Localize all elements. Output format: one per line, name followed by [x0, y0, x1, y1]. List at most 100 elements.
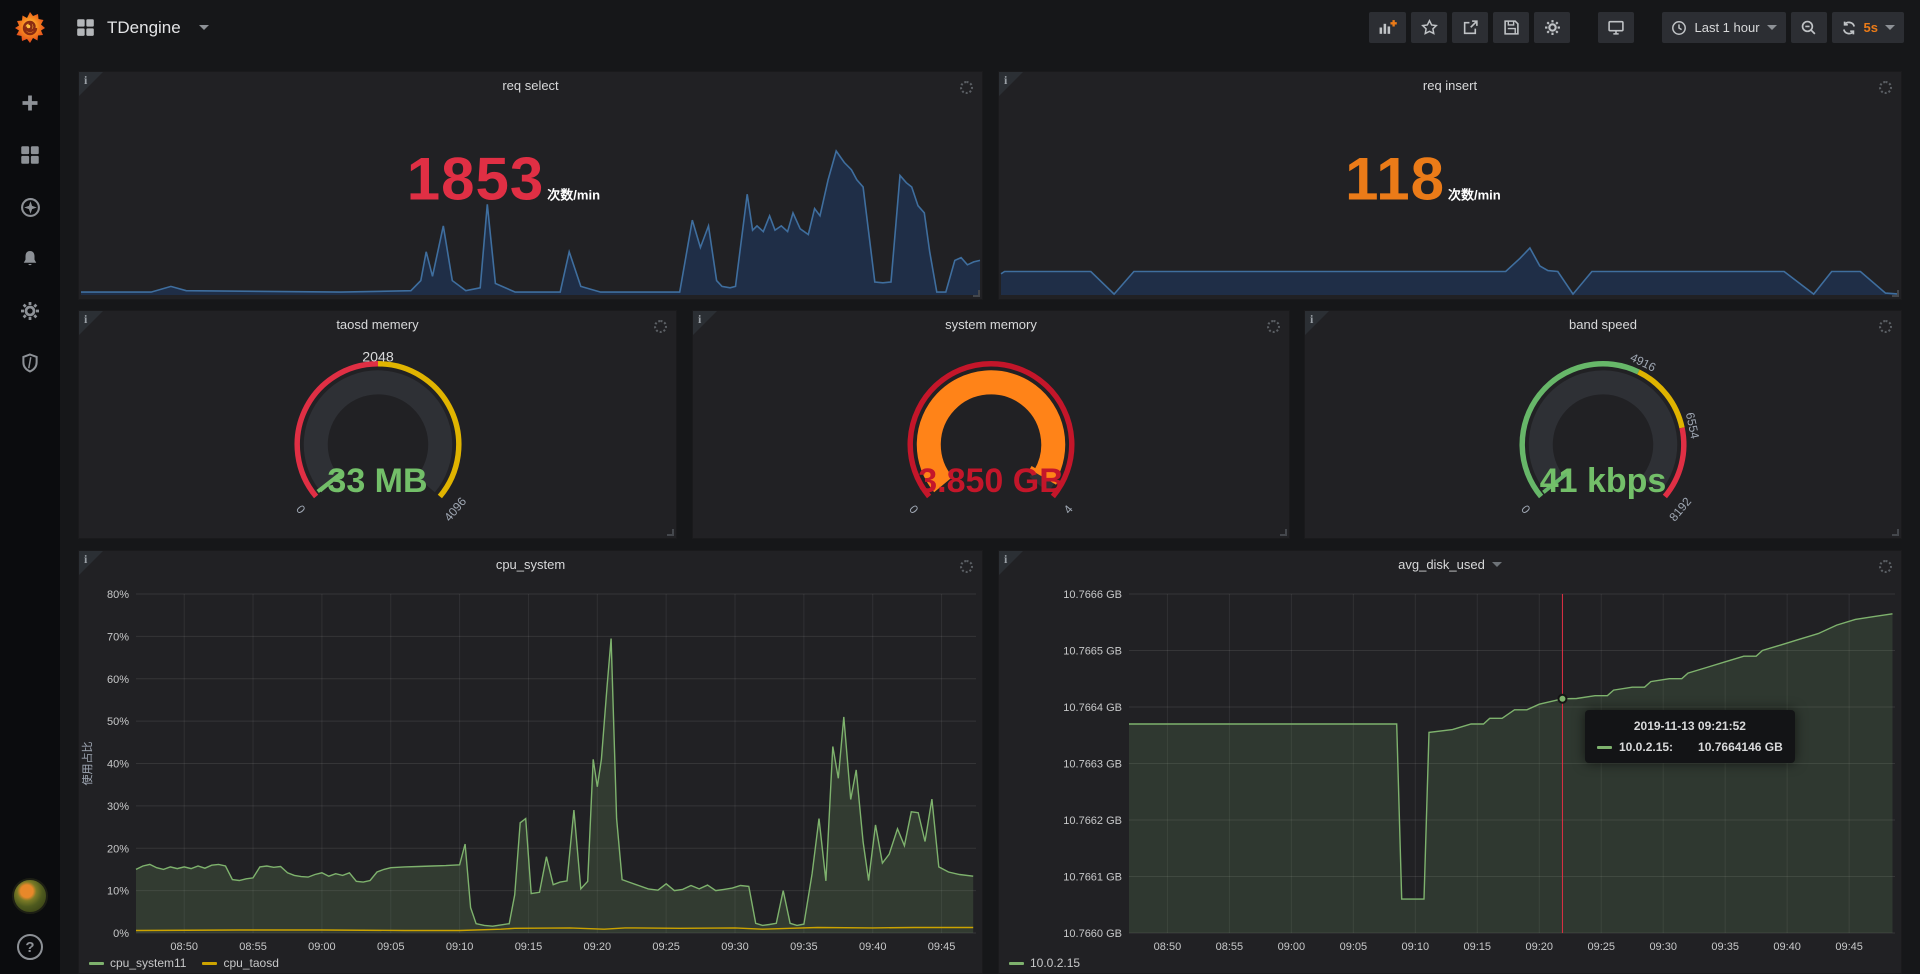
info-icon: i [1004, 73, 1007, 88]
sidebar-item-configuration[interactable] [10, 296, 50, 326]
dashboard-picker-icon[interactable] [76, 18, 95, 37]
panel-title[interactable]: system memory [693, 311, 1289, 338]
panel-info-corner[interactable] [79, 311, 103, 335]
panel-band-speed: i band speed 0491665548192 41 kbps [1304, 310, 1902, 539]
panel-title[interactable]: taosd memery [79, 311, 676, 338]
panel-cpu-system: i cpu_system 0%10%20%30%40%50%60%70%80%0… [78, 550, 983, 974]
dashboard-title[interactable]: TDengine [107, 18, 181, 38]
panel-info-corner[interactable] [999, 72, 1023, 96]
tv-mode-button[interactable] [1598, 12, 1634, 43]
panel-req-select: i req select 1853 次数/min [78, 71, 983, 300]
panel-resize-handle[interactable] [1892, 529, 1899, 536]
chart-legend: cpu_system11 cpu_taosd [89, 956, 279, 970]
gear-icon [20, 301, 40, 321]
save-dashboard-button[interactable] [1493, 12, 1529, 43]
svg-text:50%: 50% [107, 716, 129, 728]
panel-title[interactable]: band speed [1305, 311, 1901, 338]
chart-legend: 10.0.2.15 [1009, 956, 1080, 970]
sidebar-item-server-admin[interactable] [10, 348, 50, 378]
panel-resize-handle[interactable] [973, 290, 980, 297]
sidebar: ? [0, 0, 60, 974]
legend-item[interactable]: 10.0.2.15 [1009, 956, 1080, 970]
panel-info-corner[interactable] [999, 551, 1023, 575]
chevron-down-icon [1885, 25, 1895, 30]
req-insert-sparkline[interactable] [999, 99, 1901, 299]
add-panel-icon [1378, 19, 1397, 36]
panel-loading-spinner-icon [1879, 320, 1892, 333]
shield-icon [20, 353, 40, 373]
chevron-down-icon [1767, 25, 1777, 30]
avg-disk-used-chart[interactable]: 10.7660 GB10.7661 GB10.7662 GB10.7663 GB… [999, 578, 1901, 973]
svg-text:09:00: 09:00 [1278, 941, 1306, 953]
legend-item[interactable]: cpu_system11 [89, 956, 186, 970]
legend-label: cpu_taosd [223, 956, 278, 970]
svg-text:4: 4 [1061, 502, 1076, 516]
panel-loading-spinner-icon [1267, 320, 1280, 333]
svg-text:09:30: 09:30 [721, 941, 749, 953]
svg-text:10.7665 GB: 10.7665 GB [1063, 646, 1122, 658]
time-range-picker[interactable]: Last 1 hour [1662, 12, 1785, 43]
legend-item[interactable]: cpu_taosd [202, 956, 278, 970]
panel-info-corner[interactable] [79, 551, 103, 575]
info-icon: i [84, 312, 87, 327]
share-icon [1462, 19, 1479, 36]
panel-info-corner[interactable] [1305, 311, 1329, 335]
svg-text:2048: 2048 [362, 350, 394, 366]
panel-info-corner[interactable] [79, 72, 103, 96]
svg-text:0: 0 [293, 502, 308, 516]
help-label: ? [25, 939, 34, 956]
grafana-logo[interactable] [0, 0, 60, 56]
req-select-sparkline[interactable] [79, 99, 982, 299]
sidebar-item-explore[interactable] [10, 192, 50, 222]
svg-text:40%: 40% [107, 759, 129, 771]
plus-icon [20, 93, 40, 113]
panel-loading-spinner-icon [1879, 560, 1892, 573]
svg-text:10.7666 GB: 10.7666 GB [1063, 589, 1122, 601]
panel-resize-handle[interactable] [1892, 290, 1899, 297]
tooltip-series-name: 10.0.2.15: [1619, 740, 1673, 754]
clock-icon [1671, 20, 1687, 36]
taosd-memery-gauge: 020484096 [79, 338, 676, 538]
gauge-value: 33 MB [79, 462, 676, 501]
dashboard-settings-button[interactable] [1534, 12, 1570, 43]
help-button[interactable]: ? [17, 934, 43, 960]
panel-system-memory: i system memory 04 3.850 GB [692, 310, 1290, 539]
compass-icon [20, 197, 41, 218]
svg-text:09:00: 09:00 [308, 941, 336, 953]
panel-title[interactable]: req insert [999, 72, 1901, 99]
svg-text:09:25: 09:25 [652, 941, 680, 953]
gear-icon [1544, 19, 1561, 36]
zoom-out-button[interactable] [1791, 12, 1827, 43]
grafana-logo-icon [12, 10, 48, 46]
svg-text:使用占比: 使用占比 [80, 742, 94, 786]
bell-icon [20, 249, 40, 269]
system-memory-gauge: 04 [693, 338, 1289, 538]
panel-title[interactable]: req select [79, 72, 982, 99]
user-avatar[interactable] [12, 878, 48, 914]
panel-title[interactable]: cpu_system [79, 551, 982, 578]
zoom-out-icon [1800, 19, 1817, 36]
svg-text:09:20: 09:20 [584, 941, 612, 953]
add-panel-button[interactable] [1369, 12, 1406, 43]
info-icon: i [698, 312, 701, 327]
sidebar-item-create[interactable] [10, 88, 50, 118]
refresh-picker[interactable]: 5s [1832, 12, 1904, 43]
panel-avg-disk-used: i avg_disk_used 10.7660 GB10.7661 GB10.7… [998, 550, 1902, 974]
panel-resize-handle[interactable] [667, 529, 674, 536]
star-dashboard-button[interactable] [1411, 12, 1447, 43]
svg-text:09:45: 09:45 [1835, 941, 1863, 953]
panel-resize-handle[interactable] [1280, 529, 1287, 536]
share-dashboard-button[interactable] [1452, 12, 1488, 43]
svg-text:70%: 70% [107, 631, 129, 643]
chevron-down-icon[interactable] [199, 25, 209, 30]
panel-title[interactable]: avg_disk_used [999, 551, 1901, 578]
panel-loading-spinner-icon [960, 81, 973, 94]
sidebar-item-alerting[interactable] [10, 244, 50, 274]
panel-info-corner[interactable] [693, 311, 717, 335]
svg-text:0%: 0% [113, 928, 129, 940]
svg-text:10.7660 GB: 10.7660 GB [1063, 928, 1122, 940]
cpu-system-chart[interactable]: 0%10%20%30%40%50%60%70%80%08:5008:5509:0… [79, 578, 982, 973]
sidebar-item-dashboards[interactable] [10, 140, 50, 170]
panel-menu-caret-icon[interactable] [1492, 562, 1502, 567]
chart-tooltip: 2019-11-13 09:21:52 10.0.2.15: 10.766414… [1585, 710, 1795, 763]
